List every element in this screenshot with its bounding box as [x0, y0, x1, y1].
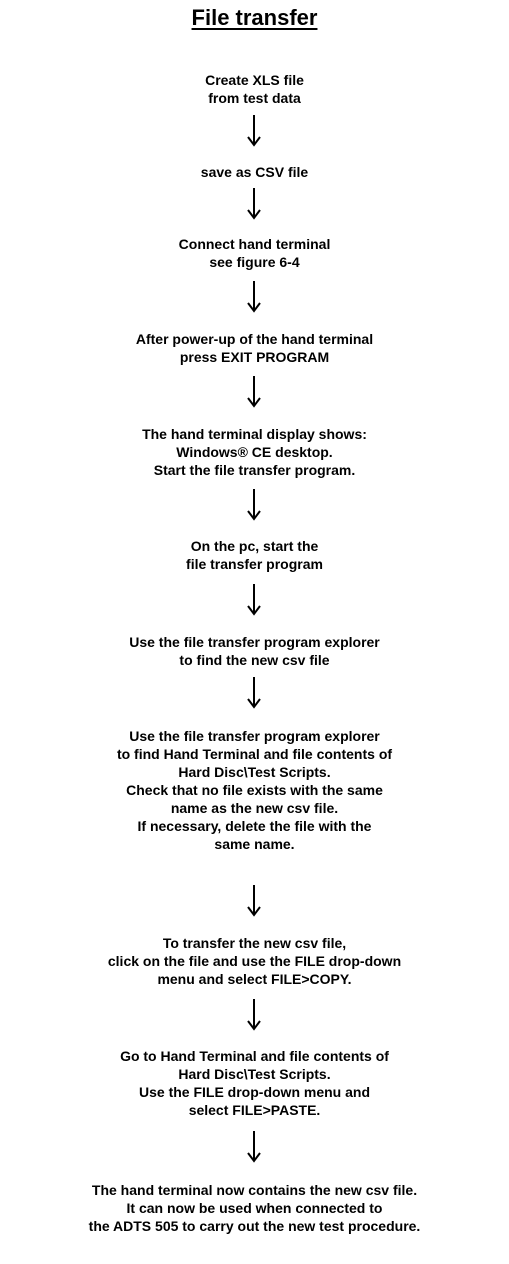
step-line: If necessary, delete the file with the — [137, 818, 372, 834]
page-title: File transfer — [191, 5, 318, 30]
step-line: To transfer the new csv file, — [162, 935, 347, 951]
step-line: menu and select FILE>COPY. — [157, 971, 352, 987]
down-arrow-icon — [247, 489, 261, 521]
down-arrow-icon — [247, 281, 261, 313]
step-save-csv: save as CSV file — [0, 163, 509, 181]
step-line: Hard Disc\Test Scripts. — [178, 1066, 331, 1082]
down-arrow-icon — [247, 188, 261, 220]
step-line: to find the new csv file — [179, 652, 330, 668]
step-line: same name. — [214, 836, 295, 852]
step-line: press EXIT PROGRAM — [179, 349, 330, 365]
step-line: The hand terminal display shows: — [142, 426, 367, 442]
step-line: Use the FILE drop-down menu and — [139, 1084, 370, 1100]
step-line: Connect hand terminal — [178, 236, 331, 252]
step-line: select FILE>PASTE. — [188, 1102, 321, 1118]
step-check-existing-file: Use the file transfer program explorer t… — [0, 727, 509, 853]
step-line: Create XLS file — [205, 72, 304, 88]
step-line: to find Hand Terminal and file contents … — [116, 746, 393, 762]
step-line: see figure 6-4 — [209, 254, 300, 270]
step-line: file transfer program — [186, 556, 323, 572]
step-copy-file: To transfer the new csv file, click on t… — [0, 934, 509, 988]
down-arrow-icon — [247, 376, 261, 408]
step-create-xls: Create XLS file from test data — [0, 71, 509, 107]
step-line: It can now be used when connected to — [126, 1200, 383, 1216]
down-arrow-icon — [247, 1131, 261, 1163]
step-line: Use the file transfer program explorer — [129, 634, 380, 650]
step-start-pc-program: On the pc, start the file transfer progr… — [0, 537, 509, 573]
down-arrow-icon — [247, 885, 261, 917]
step-line: name as the new csv file. — [170, 800, 339, 816]
step-line: The hand terminal now contains the new c… — [91, 1182, 418, 1198]
step-line: save as CSV file — [200, 164, 309, 180]
step-line: After power-up of the hand terminal — [135, 331, 374, 347]
step-paste-file: Go to Hand Terminal and file contents of… — [0, 1047, 509, 1119]
step-line: click on the file and use the FILE drop-… — [107, 953, 402, 969]
down-arrow-icon — [247, 115, 261, 147]
down-arrow-icon — [247, 999, 261, 1031]
step-line: Check that no file exists with the same — [126, 782, 383, 798]
step-line: Hard Disc\Test Scripts. — [178, 764, 331, 780]
step-result: The hand terminal now contains the new c… — [0, 1181, 509, 1235]
step-connect-terminal: Connect hand terminal see figure 6-4 — [0, 235, 509, 271]
down-arrow-icon — [247, 584, 261, 616]
step-line: Start the file transfer program. — [153, 462, 356, 478]
step-line: Windows® CE desktop. — [176, 444, 333, 460]
step-power-up: After power-up of the hand terminal pres… — [0, 330, 509, 366]
step-line: the ADTS 505 to carry out the new test p… — [88, 1218, 421, 1234]
step-display-shows: The hand terminal display shows: Windows… — [0, 425, 509, 479]
step-line: Go to Hand Terminal and file contents of — [120, 1048, 389, 1064]
step-line: from test data — [208, 90, 301, 106]
down-arrow-icon — [247, 677, 261, 709]
step-find-csv: Use the file transfer program explorer t… — [0, 633, 509, 669]
step-line: Use the file transfer program explorer — [129, 728, 380, 744]
step-line: On the pc, start the — [190, 538, 319, 554]
